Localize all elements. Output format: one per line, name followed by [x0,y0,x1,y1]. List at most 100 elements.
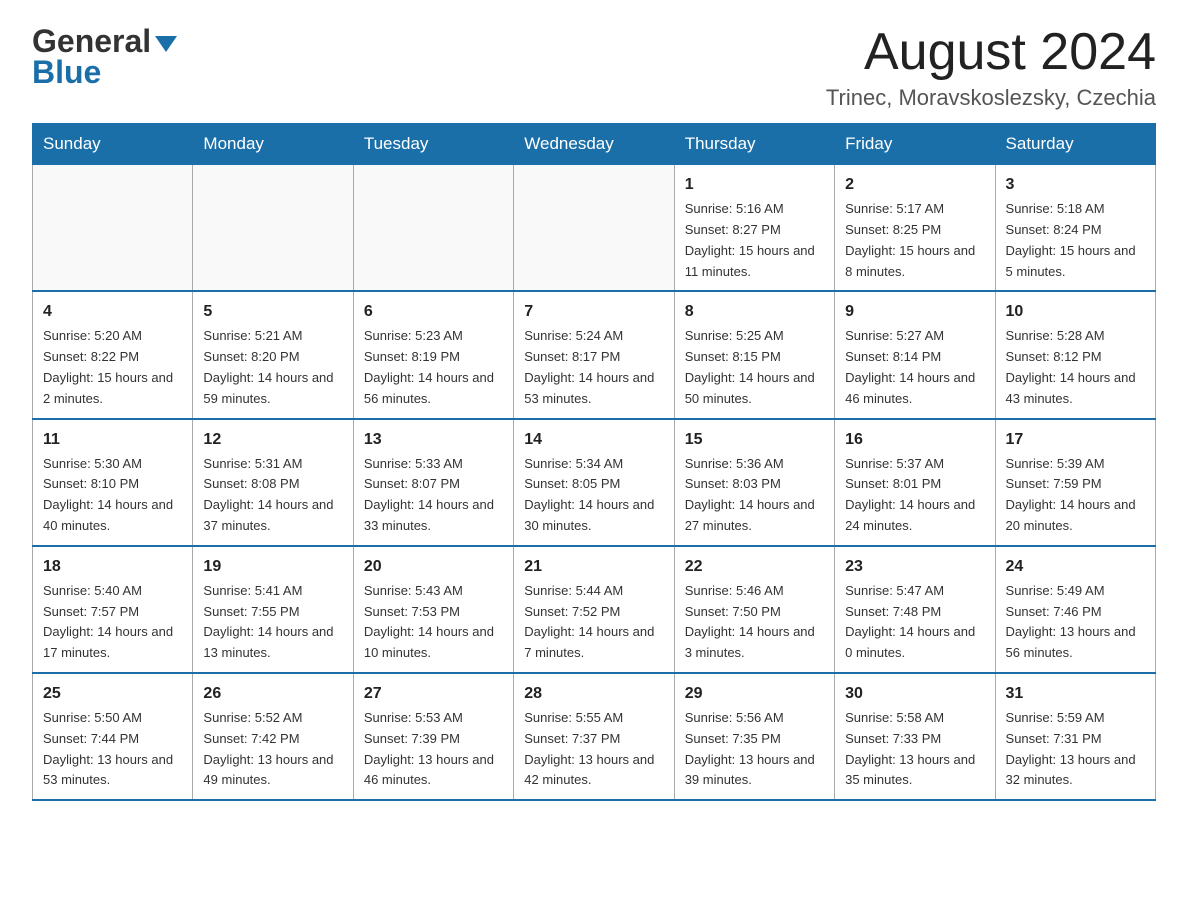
calendar-cell: 26Sunrise: 5:52 AM Sunset: 7:42 PM Dayli… [193,673,353,800]
subtitle: Trinec, Moravskoslezsky, Czechia [826,85,1156,111]
day-info: Sunrise: 5:50 AM Sunset: 7:44 PM Dayligh… [43,708,182,791]
calendar-header-row: SundayMondayTuesdayWednesdayThursdayFrid… [33,124,1156,165]
calendar-cell: 20Sunrise: 5:43 AM Sunset: 7:53 PM Dayli… [353,546,513,673]
day-number: 3 [1006,173,1145,197]
day-info: Sunrise: 5:56 AM Sunset: 7:35 PM Dayligh… [685,708,824,791]
day-info: Sunrise: 5:21 AM Sunset: 8:20 PM Dayligh… [203,326,342,409]
calendar-header-friday: Friday [835,124,995,165]
calendar-cell: 9Sunrise: 5:27 AM Sunset: 8:14 PM Daylig… [835,291,995,418]
day-number: 22 [685,555,824,579]
calendar-cell [33,165,193,292]
calendar-week-row: 25Sunrise: 5:50 AM Sunset: 7:44 PM Dayli… [33,673,1156,800]
day-info: Sunrise: 5:58 AM Sunset: 7:33 PM Dayligh… [845,708,984,791]
calendar-cell: 24Sunrise: 5:49 AM Sunset: 7:46 PM Dayli… [995,546,1155,673]
day-number: 28 [524,682,663,706]
calendar-cell: 8Sunrise: 5:25 AM Sunset: 8:15 PM Daylig… [674,291,834,418]
day-info: Sunrise: 5:40 AM Sunset: 7:57 PM Dayligh… [43,581,182,664]
day-info: Sunrise: 5:49 AM Sunset: 7:46 PM Dayligh… [1006,581,1145,664]
calendar-cell [353,165,513,292]
calendar-cell: 23Sunrise: 5:47 AM Sunset: 7:48 PM Dayli… [835,546,995,673]
day-number: 6 [364,300,503,324]
day-info: Sunrise: 5:34 AM Sunset: 8:05 PM Dayligh… [524,454,663,537]
calendar-cell: 27Sunrise: 5:53 AM Sunset: 7:39 PM Dayli… [353,673,513,800]
calendar-cell: 11Sunrise: 5:30 AM Sunset: 8:10 PM Dayli… [33,419,193,546]
day-number: 20 [364,555,503,579]
calendar-cell: 29Sunrise: 5:56 AM Sunset: 7:35 PM Dayli… [674,673,834,800]
day-number: 25 [43,682,182,706]
calendar-cell: 19Sunrise: 5:41 AM Sunset: 7:55 PM Dayli… [193,546,353,673]
day-info: Sunrise: 5:53 AM Sunset: 7:39 PM Dayligh… [364,708,503,791]
day-number: 23 [845,555,984,579]
title-block: August 2024 Trinec, Moravskoslezsky, Cze… [826,24,1156,111]
day-number: 11 [43,428,182,452]
calendar-week-row: 18Sunrise: 5:40 AM Sunset: 7:57 PM Dayli… [33,546,1156,673]
day-info: Sunrise: 5:28 AM Sunset: 8:12 PM Dayligh… [1006,326,1145,409]
day-info: Sunrise: 5:17 AM Sunset: 8:25 PM Dayligh… [845,199,984,282]
day-info: Sunrise: 5:18 AM Sunset: 8:24 PM Dayligh… [1006,199,1145,282]
calendar-cell [514,165,674,292]
day-number: 8 [685,300,824,324]
day-number: 4 [43,300,182,324]
calendar-cell: 31Sunrise: 5:59 AM Sunset: 7:31 PM Dayli… [995,673,1155,800]
calendar-cell [193,165,353,292]
day-number: 21 [524,555,663,579]
day-number: 10 [1006,300,1145,324]
calendar-header-sunday: Sunday [33,124,193,165]
day-info: Sunrise: 5:16 AM Sunset: 8:27 PM Dayligh… [685,199,824,282]
calendar-cell: 4Sunrise: 5:20 AM Sunset: 8:22 PM Daylig… [33,291,193,418]
day-info: Sunrise: 5:33 AM Sunset: 8:07 PM Dayligh… [364,454,503,537]
calendar-cell: 2Sunrise: 5:17 AM Sunset: 8:25 PM Daylig… [835,165,995,292]
day-number: 27 [364,682,503,706]
calendar-cell: 25Sunrise: 5:50 AM Sunset: 7:44 PM Dayli… [33,673,193,800]
day-info: Sunrise: 5:44 AM Sunset: 7:52 PM Dayligh… [524,581,663,664]
day-number: 9 [845,300,984,324]
day-info: Sunrise: 5:43 AM Sunset: 7:53 PM Dayligh… [364,581,503,664]
calendar-cell: 15Sunrise: 5:36 AM Sunset: 8:03 PM Dayli… [674,419,834,546]
day-number: 26 [203,682,342,706]
logo-blue-text: Blue [32,55,101,90]
day-info: Sunrise: 5:37 AM Sunset: 8:01 PM Dayligh… [845,454,984,537]
calendar-cell: 16Sunrise: 5:37 AM Sunset: 8:01 PM Dayli… [835,419,995,546]
day-info: Sunrise: 5:30 AM Sunset: 8:10 PM Dayligh… [43,454,182,537]
day-info: Sunrise: 5:20 AM Sunset: 8:22 PM Dayligh… [43,326,182,409]
logo: General Blue [32,24,177,90]
day-number: 1 [685,173,824,197]
day-number: 14 [524,428,663,452]
logo-triangle-icon [155,36,177,52]
calendar-cell: 17Sunrise: 5:39 AM Sunset: 7:59 PM Dayli… [995,419,1155,546]
day-info: Sunrise: 5:25 AM Sunset: 8:15 PM Dayligh… [685,326,824,409]
day-info: Sunrise: 5:47 AM Sunset: 7:48 PM Dayligh… [845,581,984,664]
calendar-cell: 7Sunrise: 5:24 AM Sunset: 8:17 PM Daylig… [514,291,674,418]
calendar-cell: 6Sunrise: 5:23 AM Sunset: 8:19 PM Daylig… [353,291,513,418]
day-number: 19 [203,555,342,579]
calendar-header-tuesday: Tuesday [353,124,513,165]
day-number: 13 [364,428,503,452]
day-number: 5 [203,300,342,324]
calendar-header-saturday: Saturday [995,124,1155,165]
day-info: Sunrise: 5:46 AM Sunset: 7:50 PM Dayligh… [685,581,824,664]
day-number: 31 [1006,682,1145,706]
day-number: 2 [845,173,984,197]
calendar-cell: 1Sunrise: 5:16 AM Sunset: 8:27 PM Daylig… [674,165,834,292]
calendar-header-wednesday: Wednesday [514,124,674,165]
calendar-week-row: 11Sunrise: 5:30 AM Sunset: 8:10 PM Dayli… [33,419,1156,546]
calendar-cell: 18Sunrise: 5:40 AM Sunset: 7:57 PM Dayli… [33,546,193,673]
day-number: 24 [1006,555,1145,579]
day-info: Sunrise: 5:36 AM Sunset: 8:03 PM Dayligh… [685,454,824,537]
day-info: Sunrise: 5:31 AM Sunset: 8:08 PM Dayligh… [203,454,342,537]
day-number: 17 [1006,428,1145,452]
day-number: 12 [203,428,342,452]
calendar-header-thursday: Thursday [674,124,834,165]
calendar-cell: 10Sunrise: 5:28 AM Sunset: 8:12 PM Dayli… [995,291,1155,418]
header-row: General Blue August 2024 Trinec, Moravsk… [32,24,1156,111]
day-number: 7 [524,300,663,324]
calendar-cell: 5Sunrise: 5:21 AM Sunset: 8:20 PM Daylig… [193,291,353,418]
day-info: Sunrise: 5:39 AM Sunset: 7:59 PM Dayligh… [1006,454,1145,537]
calendar-week-row: 1Sunrise: 5:16 AM Sunset: 8:27 PM Daylig… [33,165,1156,292]
calendar-cell: 3Sunrise: 5:18 AM Sunset: 8:24 PM Daylig… [995,165,1155,292]
calendar-cell: 21Sunrise: 5:44 AM Sunset: 7:52 PM Dayli… [514,546,674,673]
calendar-week-row: 4Sunrise: 5:20 AM Sunset: 8:22 PM Daylig… [33,291,1156,418]
day-number: 15 [685,428,824,452]
day-info: Sunrise: 5:59 AM Sunset: 7:31 PM Dayligh… [1006,708,1145,791]
calendar-header-monday: Monday [193,124,353,165]
